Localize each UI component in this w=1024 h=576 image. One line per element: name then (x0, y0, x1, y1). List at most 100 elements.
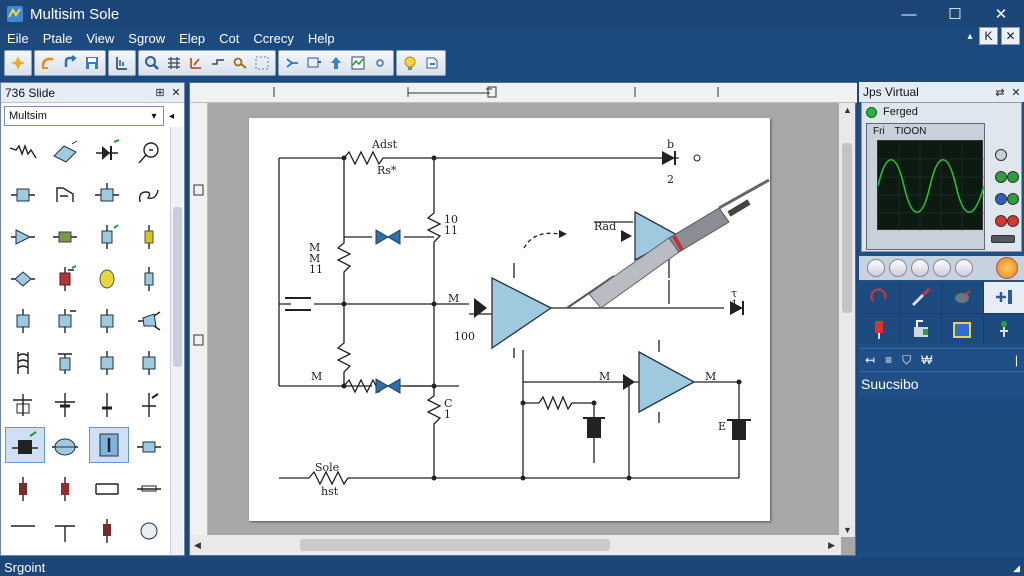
voltage-source-component-icon[interactable] (3, 387, 43, 423)
block-a-component-icon[interactable] (3, 303, 43, 339)
bus-component-icon[interactable] (87, 471, 127, 507)
menu-edit[interactable]: Elep (172, 31, 212, 46)
component-icon[interactable] (281, 52, 303, 74)
cell-component-icon[interactable] (87, 513, 127, 549)
grid-icon[interactable] (163, 52, 185, 74)
lamp-component-icon[interactable] (87, 261, 127, 297)
run-button[interactable] (996, 257, 1018, 279)
scroll-right-icon[interactable]: ▶ (828, 540, 835, 551)
wire-icon[interactable] (207, 52, 229, 74)
clip-tool-icon[interactable] (900, 313, 941, 344)
coil-component-icon[interactable] (3, 345, 43, 381)
buffer-component-icon[interactable] (3, 219, 43, 255)
close-button[interactable]: ✕ (978, 0, 1024, 28)
inductor-component-icon[interactable] (129, 177, 169, 213)
menu-place[interactable]: Ptale (36, 31, 80, 46)
knob-gray-icon[interactable] (995, 149, 1007, 161)
scroll-down-icon[interactable]: ▼ (843, 525, 852, 535)
instrument-pin-button[interactable]: ⇄ (992, 86, 1008, 99)
sphere-component-icon[interactable] (129, 513, 169, 549)
wave-icon[interactable]: ₩ (921, 353, 932, 367)
mdi-restore-button[interactable]: ▴ (964, 27, 976, 45)
magnify-icon[interactable] (229, 52, 251, 74)
resistor-component-icon[interactable] (3, 135, 43, 171)
pin-button[interactable]: ⊞ (152, 86, 168, 99)
control-button-1[interactable] (867, 259, 885, 277)
component-scroll-thumb[interactable] (173, 207, 182, 367)
workspace-vertical-thumb[interactable] (842, 143, 852, 313)
switch-component-icon[interactable] (45, 177, 85, 213)
connector-component-icon[interactable] (129, 387, 169, 423)
shield-icon[interactable]: ⛉ (902, 353, 911, 368)
resize-grip-icon[interactable]: ◢ (1013, 563, 1020, 574)
mdi-minimize-button[interactable]: K (979, 27, 998, 45)
lens-tool-icon[interactable] (942, 282, 983, 313)
knob-blue-icon[interactable] (995, 193, 1007, 205)
block-d-component-icon[interactable] (87, 345, 127, 381)
control-button-2[interactable] (889, 259, 907, 277)
menu-circuit[interactable]: Ccrecy (246, 31, 300, 46)
xfmr-component-icon[interactable] (45, 345, 85, 381)
menu-show[interactable]: Sgrow (121, 31, 172, 46)
menu-view[interactable]: View (79, 31, 121, 46)
workspace-horizontal-thumb[interactable] (300, 539, 610, 551)
reload-tool-icon[interactable] (859, 282, 900, 313)
ic-component-icon[interactable] (87, 177, 127, 213)
mdi-close-button[interactable]: ✕ (1001, 27, 1020, 45)
save-icon[interactable] (81, 52, 103, 74)
capacitor-component-icon[interactable] (45, 135, 85, 171)
probe-icon[interactable] (303, 52, 325, 74)
zoom-icon[interactable] (141, 52, 163, 74)
undo-icon[interactable] (37, 52, 59, 74)
list-icon[interactable]: ≡ (885, 353, 892, 367)
workspace-horizontal-scrollbar[interactable]: ◀ ▶ (190, 535, 841, 555)
probe-tool-icon[interactable] (900, 282, 941, 313)
knob-green-2-icon[interactable] (1007, 171, 1019, 183)
probe-component-icon[interactable] (129, 135, 169, 171)
scroll-left-icon[interactable]: ◀ (194, 540, 201, 551)
component-scrollbar[interactable] (170, 127, 183, 555)
oscilloscope-instrument[interactable]: Ferged Fri TIOON (861, 102, 1022, 252)
fuse-component-icon[interactable] (129, 219, 169, 255)
lamp-icon[interactable] (399, 52, 421, 74)
maximize-button[interactable]: ☐ (932, 0, 978, 28)
menu-file[interactable]: Eile (0, 31, 36, 46)
meter-tool-icon[interactable] (859, 313, 900, 344)
block-e-component-icon[interactable] (129, 345, 169, 381)
diamond-component-icon[interactable] (3, 261, 43, 297)
meter-component-icon[interactable] (129, 261, 169, 297)
oscillator-component-icon[interactable] (45, 429, 85, 465)
led-component-icon[interactable] (87, 219, 127, 255)
resistor-v-component-icon[interactable] (45, 471, 85, 507)
arrow-left-icon[interactable]: ↤ (865, 353, 875, 367)
highlighted-component-icon[interactable] (89, 427, 129, 463)
menu-help[interactable]: Help (301, 31, 342, 46)
settings-icon[interactable] (369, 52, 391, 74)
pencil-icon[interactable] (185, 52, 207, 74)
schematic-canvas[interactable]: Adst Rs* b 2 10 11 M M 11 Rad M 100 τ 1 … (249, 118, 770, 521)
pin-component-icon[interactable] (45, 513, 85, 549)
knob-green-3-icon[interactable] (1007, 193, 1019, 205)
diode-component-icon[interactable] (87, 135, 127, 171)
knob-green-icon[interactable] (995, 171, 1007, 183)
control-button-4[interactable] (933, 259, 951, 277)
cable-component-icon[interactable] (3, 513, 43, 549)
wand-icon[interactable] (7, 52, 29, 74)
control-button-5[interactable] (955, 259, 973, 277)
knob-red-icon[interactable] (995, 215, 1007, 227)
relay-component-icon[interactable] (45, 261, 85, 297)
graph-icon[interactable] (347, 52, 369, 74)
block-c-component-icon[interactable] (87, 303, 127, 339)
wire-component-icon[interactable] (129, 471, 169, 507)
selected-component-icon[interactable] (5, 427, 45, 463)
ground-component-icon[interactable] (45, 387, 85, 423)
person-tool-icon[interactable] (983, 313, 1024, 344)
panel-close-button[interactable]: ✕ (168, 86, 184, 99)
knob-red-2-icon[interactable] (1007, 215, 1019, 227)
redo-icon[interactable] (59, 52, 81, 74)
filter-icon[interactable] (111, 52, 133, 74)
minimize-button[interactable]: — (886, 0, 932, 28)
place-icon[interactable] (251, 52, 273, 74)
collapse-arrow-icon[interactable]: ◂ (169, 111, 174, 122)
workspace-vertical-scrollbar[interactable]: ▲ ▼ (839, 103, 855, 537)
